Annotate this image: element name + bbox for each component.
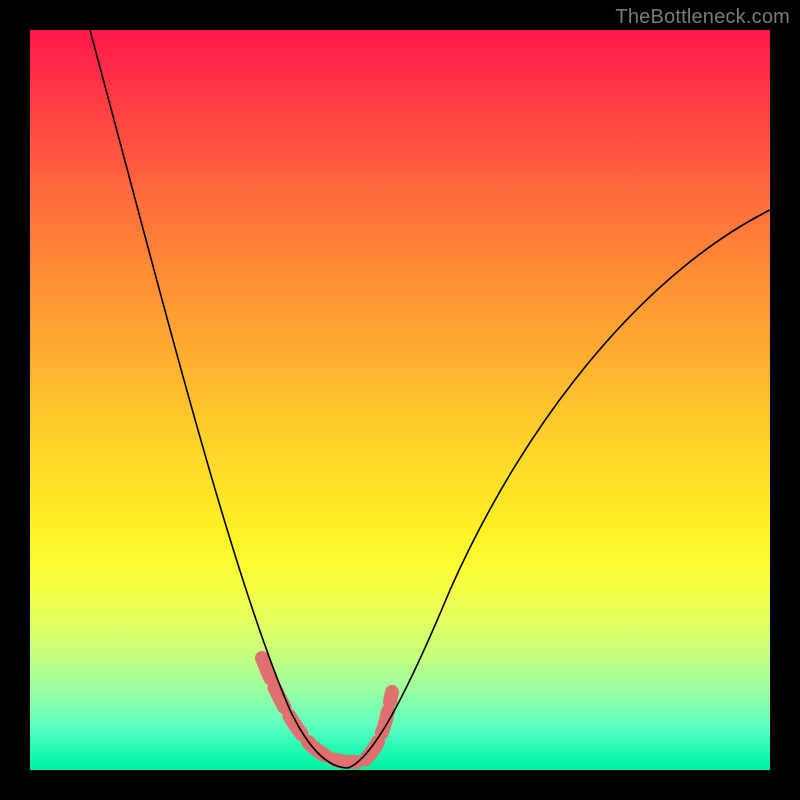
watermark-text: TheBottleneck.com [615,6,790,29]
right-curve [348,210,770,768]
curves-svg [30,30,770,770]
plot-area [30,30,770,770]
left-curve [90,30,348,768]
figure-root: TheBottleneck.com [0,0,800,800]
